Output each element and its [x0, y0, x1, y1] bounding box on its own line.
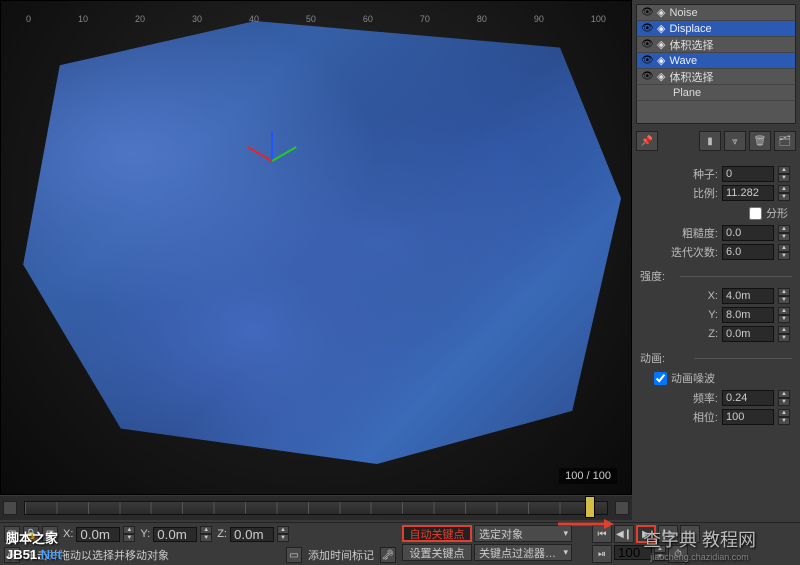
modifier-label: Displace [669, 23, 711, 35]
coord-row: ▦ 🔒 ⊞ X: ▲▼ Y: ▲▼ Z: ▲▼ [4, 525, 396, 543]
modifier-row[interactable]: 👁◈体积选择 [637, 69, 795, 85]
fractal-checkbox[interactable] [749, 207, 762, 220]
key-target-combo[interactable]: 选定对象 [474, 525, 572, 542]
visibility-icon[interactable]: 👁 [641, 7, 653, 19]
spinner-buttons[interactable]: ▲▼ [778, 326, 790, 342]
modifier-row[interactable]: 👁◈Wave [637, 53, 795, 69]
spinner-buttons[interactable]: ▲▼ [123, 526, 135, 542]
spinner-buttons[interactable]: ▲▼ [778, 166, 790, 182]
scale-input[interactable] [722, 185, 774, 201]
remove-modifier-icon[interactable]: 🗑 [749, 131, 771, 151]
coord-y-input[interactable] [153, 527, 197, 542]
y-label: Y: [642, 309, 718, 321]
iterations-label: 迭代次数: [642, 244, 718, 260]
modifier-label: Plane [673, 87, 701, 99]
frequency-label: 频率: [642, 390, 718, 406]
strength-header: 强度: [640, 268, 792, 284]
scale-label: 比例: [642, 185, 718, 201]
spinner-buttons[interactable]: ▲▼ [778, 390, 790, 406]
spinner-buttons[interactable]: ▲▼ [778, 307, 790, 323]
y-label: Y: [140, 528, 150, 540]
script-listener-icon[interactable]: ▭ [286, 547, 302, 563]
spinner-buttons[interactable]: ▲▼ [778, 225, 790, 241]
strength-z-input[interactable] [722, 326, 774, 342]
roughness-input[interactable] [722, 225, 774, 241]
watermark-left: 脚本之家 JB51.Net [6, 528, 62, 562]
modifier-toolbar: 📌 ▮ ⩔ 🗑 🗂 [636, 130, 796, 152]
animate-noise-checkbox[interactable] [654, 372, 667, 385]
modifier-row[interactable]: 👁◈Noise [637, 5, 795, 21]
fractal-label: 分形 [766, 205, 788, 221]
key-icon[interactable]: 🗝 [380, 547, 396, 563]
visibility-icon[interactable]: 👁 [641, 39, 653, 51]
spinner-buttons[interactable]: ▲▼ [778, 288, 790, 304]
z-label: Z: [217, 528, 227, 540]
seed-input[interactable] [722, 166, 774, 182]
key-mode-icon[interactable]: ⏯ [592, 545, 612, 563]
spinner-buttons[interactable]: ▲▼ [200, 526, 212, 542]
animation-header: 动画: [640, 350, 792, 366]
frequency-input[interactable] [722, 390, 774, 406]
strength-y-input[interactable] [722, 307, 774, 323]
timeline-end-button[interactable] [615, 501, 629, 515]
animate-noise-label: 动画噪波 [671, 370, 715, 386]
modifier-label: Wave [669, 55, 697, 67]
noise-params: 种子: ▲▼ 比例: ▲▼ 分形 粗糙度: ▲▼ 迭代次数: ▲▼ 强度: X: ▲▼ Y… [636, 166, 796, 425]
modifier-row[interactable]: 👁◈Displace [637, 21, 795, 37]
iterations-input[interactable] [722, 244, 774, 260]
modifier-row[interactable]: 👁◈体积选择 [637, 37, 795, 53]
pin-stack-icon[interactable]: 📌 [636, 131, 658, 151]
goto-start-icon[interactable]: ⏮ [592, 525, 612, 543]
spinner-buttons[interactable]: ▲▼ [778, 244, 790, 260]
spinner-buttons[interactable]: ▲▼ [778, 185, 790, 201]
show-end-result-icon[interactable]: ▮ [699, 131, 721, 151]
add-time-marker[interactable]: 添加时间标记 [308, 547, 374, 563]
make-unique-icon[interactable]: ⩔ [724, 131, 746, 151]
x-label: X: [63, 528, 73, 540]
spinner-buttons[interactable]: ▲▼ [277, 526, 289, 542]
watermark-right: 查字典 教程网 jiaocheng.chazidian.com [643, 526, 756, 562]
visibility-icon[interactable]: 👁 [641, 23, 653, 35]
z-label: Z: [642, 328, 718, 340]
visibility-icon[interactable]: 👁 [641, 55, 653, 67]
modifier-stack[interactable]: 👁◈Noise 👁◈Displace 👁◈体积选择 👁◈Wave 👁◈体积选择 … [636, 4, 796, 124]
modifier-row[interactable]: Plane [637, 85, 795, 101]
auto-key-button[interactable]: 自动关键点 [402, 525, 472, 542]
x-label: X: [642, 290, 718, 302]
timeline-start-button[interactable] [3, 501, 17, 515]
configure-sets-icon[interactable]: 🗂 [774, 131, 796, 151]
strength-x-input[interactable] [722, 288, 774, 304]
coord-x-input[interactable] [76, 527, 120, 542]
phase-label: 相位: [642, 409, 718, 425]
prev-frame-icon[interactable]: ◀❙ [614, 525, 634, 543]
modifier-label: Noise [669, 7, 697, 19]
spinner-buttons[interactable]: ▲▼ [778, 409, 790, 425]
coord-z-input[interactable] [230, 527, 274, 542]
command-panel: 👁◈Noise 👁◈Displace 👁◈体积选择 👁◈Wave 👁◈体积选择 … [632, 0, 800, 564]
key-filter-combo[interactable]: 关键点过滤器… [474, 544, 572, 561]
modifier-label: 体积选择 [669, 37, 713, 53]
set-key-button[interactable]: 设置关键点 [402, 544, 472, 561]
timeline-labels: 0102030405060708090100 [18, 14, 614, 508]
modifier-label: 体积选择 [669, 69, 713, 85]
roughness-label: 粗糙度: [642, 225, 718, 241]
phase-input[interactable] [722, 409, 774, 425]
seed-label: 种子: [642, 166, 718, 182]
visibility-icon[interactable]: 👁 [641, 71, 653, 83]
